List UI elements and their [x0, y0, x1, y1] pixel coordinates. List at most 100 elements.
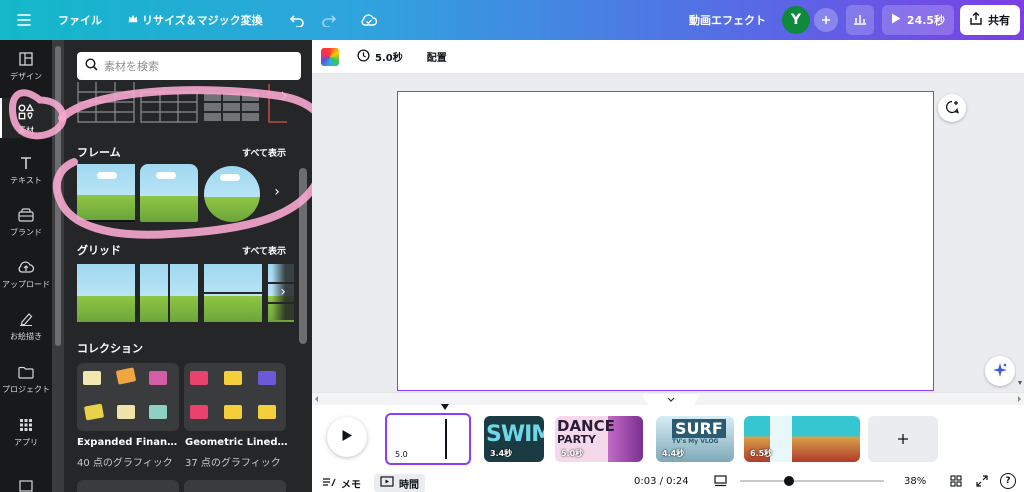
- add-comment-button[interactable]: [938, 94, 966, 122]
- image-icon: [19, 480, 33, 492]
- video-effect-button[interactable]: 動画エフェクト: [689, 0, 766, 40]
- rail-item-brand[interactable]: ブランド: [0, 208, 52, 244]
- panel-scrollbar[interactable]: [299, 168, 307, 344]
- grid-view-icon[interactable]: [714, 475, 727, 490]
- collection-card-geometric[interactable]: [184, 363, 286, 431]
- panel-scrollbar-left[interactable]: [52, 40, 64, 492]
- play-icon: [891, 13, 901, 27]
- collection-title-geometric[interactable]: Geometric Lined Ki...: [185, 437, 289, 448]
- crown-icon: [128, 14, 138, 27]
- collection-card-finance[interactable]: [77, 363, 179, 431]
- search-icon: [85, 58, 98, 74]
- play-icon: [341, 429, 353, 445]
- grids-next-arrow[interactable]: ›: [272, 264, 294, 320]
- collection-card-3[interactable]: [77, 480, 179, 492]
- timeline-icon: [380, 476, 394, 490]
- timeline-clip-4[interactable]: SURF TV's My VLOG 4.4秒: [656, 416, 734, 462]
- cloud-sync-icon[interactable]: [353, 4, 385, 36]
- rail-item-text[interactable]: テキスト: [0, 156, 52, 192]
- rail-item-upload[interactable]: アップロード: [0, 260, 52, 296]
- zoom-slider-thumb[interactable]: [784, 476, 794, 486]
- plus-icon: [897, 429, 909, 450]
- grids-see-all[interactable]: すべて表示: [242, 244, 286, 257]
- frame-thumb-square[interactable]: [77, 164, 135, 222]
- share-icon: [970, 11, 982, 28]
- timeline-clip-2[interactable]: SWIM 3.4秒: [484, 416, 544, 462]
- top-bar: ファイル リサイズ＆マジック変換 動画エフェクト Y 24.5秒 共有: [0, 0, 1024, 40]
- time-view-button[interactable]: 時間: [374, 474, 425, 492]
- rail-item-more[interactable]: [0, 480, 52, 492]
- frame-thumb-rounded[interactable]: [140, 164, 198, 222]
- fullscreen-icon[interactable]: [976, 475, 988, 490]
- canvas-vertical-scrollbar[interactable]: [1016, 74, 1024, 392]
- grid-thumb-two-row[interactable]: [204, 264, 262, 322]
- duration-button[interactable]: 5.0秒: [357, 48, 403, 65]
- frame-thumb-circle[interactable]: [204, 166, 260, 222]
- bar-chart-icon: [853, 13, 867, 28]
- table-thumbnails[interactable]: [77, 82, 301, 126]
- collection-title-finance[interactable]: Expanded Finance ...: [77, 437, 181, 448]
- play-button[interactable]: 24.5秒: [882, 5, 954, 35]
- redo-icon[interactable]: [313, 4, 345, 36]
- zoom-slider[interactable]: [740, 476, 884, 486]
- timeline-play-button[interactable]: [327, 417, 367, 457]
- collection-sub-geometric: 37 点のグラフィック: [185, 458, 281, 469]
- help-button[interactable]: ?: [1000, 473, 1016, 489]
- rail-item-draw[interactable]: お絵描き: [0, 312, 52, 348]
- magic-assist-button[interactable]: [985, 356, 1015, 386]
- insights-button[interactable]: [846, 5, 874, 35]
- design-page[interactable]: [397, 91, 934, 391]
- clock-icon: [357, 48, 370, 65]
- avatar[interactable]: Y: [782, 6, 810, 34]
- rail-item-elements[interactable]: 素材: [0, 98, 52, 138]
- layout-icon: [19, 52, 33, 68]
- frames-next-arrow[interactable]: ›: [266, 164, 288, 220]
- timeline-horizontal-scrollbar[interactable]: [312, 393, 1024, 405]
- canvas-toolbar: 5.0秒 配置: [312, 40, 1024, 74]
- upload-icon: [17, 260, 35, 276]
- notes-button[interactable]: メモ: [322, 476, 361, 491]
- text-icon: [19, 156, 33, 172]
- timeline: 5.0 SWIM 3.4秒 DANCE PARTY 5.0秒 SURF TV's…: [312, 392, 1024, 492]
- left-rail: デザイン 素材 テキスト ブランド アップロード お絵描き プロジェクト アプリ: [0, 40, 52, 492]
- grids-title: グリッド: [77, 244, 121, 257]
- grid-pages-icon[interactable]: [950, 475, 962, 490]
- search-box[interactable]: [77, 52, 301, 80]
- elements-icon: [18, 103, 35, 122]
- color-picker[interactable]: [321, 47, 339, 66]
- add-collaborator-icon[interactable]: [814, 8, 838, 32]
- frames-title: フレーム: [77, 146, 121, 159]
- collection-card-4[interactable]: [184, 480, 286, 492]
- draw-icon: [19, 312, 33, 328]
- resize-menu[interactable]: リサイズ＆マジック変換: [128, 0, 263, 40]
- rail-item-projects[interactable]: プロジェクト: [0, 366, 52, 402]
- collections-title: コレクション: [77, 342, 143, 355]
- folder-icon: [18, 366, 34, 381]
- elements-panel: フレーム すべて表示 › グリッド すべて表示 › コレクション: [52, 40, 312, 492]
- timeline-clip-5[interactable]: 6.5秒: [744, 416, 860, 462]
- search-input[interactable]: [104, 59, 294, 73]
- menu-icon[interactable]: [8, 4, 40, 36]
- position-button[interactable]: 配置: [427, 49, 447, 64]
- grid-thumb-single[interactable]: [77, 264, 135, 322]
- frames-see-all[interactable]: すべて表示: [242, 146, 286, 159]
- time-readout: 0:03 / 0:24: [634, 476, 689, 487]
- grid-thumb-two-col[interactable]: [140, 264, 198, 322]
- top-bar-right: 動画エフェクト Y 24.5秒 共有: [689, 0, 1024, 40]
- help-icon: ?: [1005, 476, 1011, 486]
- rail-item-design[interactable]: デザイン: [0, 52, 52, 88]
- share-button[interactable]: 共有: [960, 5, 1020, 35]
- file-menu[interactable]: ファイル: [58, 0, 102, 40]
- table-thumbs-row: [77, 82, 301, 126]
- timeline-clip-1[interactable]: 5.0: [385, 413, 471, 465]
- notes-icon: [322, 477, 336, 490]
- add-clip-button[interactable]: [868, 416, 938, 462]
- canvas-area: [312, 74, 1024, 392]
- rail-item-apps[interactable]: アプリ: [0, 418, 52, 454]
- brand-icon: [18, 208, 34, 224]
- zoom-value[interactable]: 38%: [904, 476, 926, 487]
- comment-add-icon: [945, 100, 960, 117]
- clip-duration: 5.0: [395, 450, 408, 459]
- undo-icon[interactable]: [281, 4, 313, 36]
- timeline-clip-3[interactable]: DANCE PARTY 5.0秒: [555, 416, 643, 462]
